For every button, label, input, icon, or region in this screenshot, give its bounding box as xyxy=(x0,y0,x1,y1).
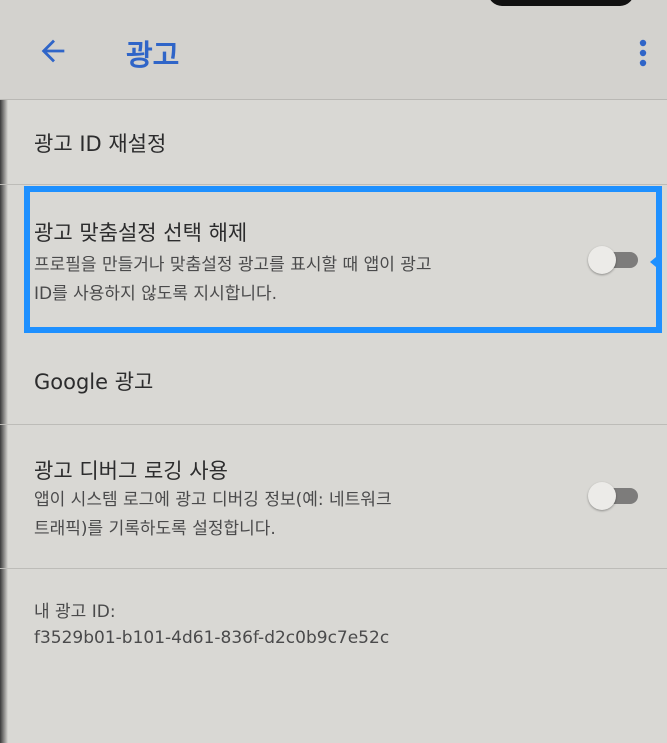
my-ad-id-label: 내 광고 ID: xyxy=(34,602,116,622)
more-vert-icon[interactable] xyxy=(636,38,650,68)
page-title: 광고 xyxy=(126,38,180,72)
app-bar: 광고 xyxy=(0,0,667,100)
pointer-arrow-icon xyxy=(650,252,662,272)
debug-logging-desc-line1: 앱이 시스템 로그에 광고 디버깅 정보(예: 네트워크 xyxy=(34,490,392,510)
debug-logging-desc-line2: 트래픽)를 기록하도록 설정합니다. xyxy=(34,519,276,539)
reset-ad-id-label: 광고 ID 재설정 xyxy=(34,132,167,156)
debug-logging-title: 광고 디버그 로깅 사용 xyxy=(34,459,228,483)
highlight-box xyxy=(24,186,662,333)
reset-ad-id-setting[interactable]: 광고 ID 재설정 xyxy=(0,100,667,184)
debug-logging-setting[interactable]: 광고 디버그 로깅 사용 앱이 시스템 로그에 광고 디버깅 정보(예: 네트워… xyxy=(0,425,667,567)
google-ads-label: Google 광고 xyxy=(34,370,154,394)
my-ad-id-value: f3529b01-b101-4d61-836f-d2c0b9c7e52c xyxy=(34,628,390,648)
google-ads-setting[interactable]: Google 광고 xyxy=(0,340,667,424)
camera-notch xyxy=(488,0,634,6)
my-ad-id-section: 내 광고 ID: f3529b01-b101-4d61-836f-d2c0b9c… xyxy=(0,569,667,743)
toggle-knob xyxy=(588,482,616,510)
debug-logging-toggle[interactable] xyxy=(588,482,640,510)
arrow-left-icon[interactable] xyxy=(36,34,70,68)
